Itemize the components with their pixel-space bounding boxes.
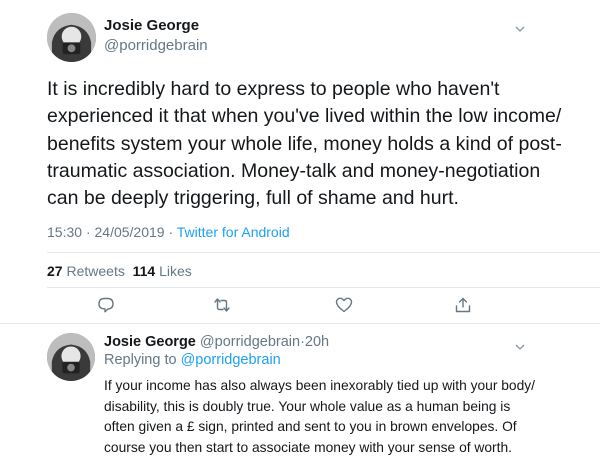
retweet-icon — [214, 298, 230, 312]
replying-handle-link[interactable]: @porridgebrain — [181, 352, 281, 368]
author-name[interactable]: Josie George — [104, 17, 199, 34]
tweet-text: It is incredibly hard to express to peop… — [47, 78, 562, 210]
chevron-down-icon[interactable] — [513, 22, 527, 36]
meta-separator: · — [85, 224, 91, 240]
retweets-count: 27 — [47, 263, 63, 279]
divider — [47, 287, 600, 288]
tweet-source-link[interactable]: Twitter for Android — [177, 224, 290, 240]
share-icon — [455, 297, 471, 313]
reply-button[interactable] — [97, 296, 115, 314]
meta-separator: · — [168, 224, 174, 240]
like-icon — [335, 297, 353, 313]
author-avatar[interactable] — [47, 13, 96, 62]
share-button[interactable] — [454, 296, 472, 314]
divider — [0, 323, 600, 324]
reply-time: 20h — [304, 334, 330, 350]
divider — [47, 252, 600, 253]
like-button[interactable] — [335, 296, 353, 314]
reply-header: Josie George @porridgebrain·20h — [104, 334, 329, 350]
replying-prefix: Replying to — [104, 352, 177, 368]
chevron-down-icon[interactable] — [513, 340, 527, 354]
likes-label: Likes — [159, 263, 192, 279]
tweet-time: 15:30 — [47, 224, 83, 240]
reply-author-avatar[interactable] — [47, 333, 95, 381]
reply-text: If your income has also always been inex… — [104, 378, 536, 455]
tweet-stats: 27 Retweets 114 Likes — [47, 263, 192, 279]
retweet-button[interactable] — [213, 296, 231, 314]
retweets-label: Retweets — [66, 263, 125, 279]
tweet-date: 24/05/2019 — [94, 224, 165, 240]
likes-stat[interactable]: 114 Likes — [133, 263, 192, 279]
tweet-meta: 15:30 · 24/05/2019 · Twitter for Android — [47, 224, 290, 240]
retweets-stat[interactable]: 27 Retweets — [47, 263, 125, 279]
reply-icon — [98, 297, 114, 313]
reply-author-handle[interactable]: @porridgebrain — [200, 334, 300, 350]
likes-count: 114 — [132, 263, 156, 279]
reply-author-name[interactable]: Josie George — [104, 334, 196, 350]
replying-to: Replying to @porridgebrain — [104, 352, 281, 368]
author-handle[interactable]: @porridgebrain — [104, 37, 208, 54]
